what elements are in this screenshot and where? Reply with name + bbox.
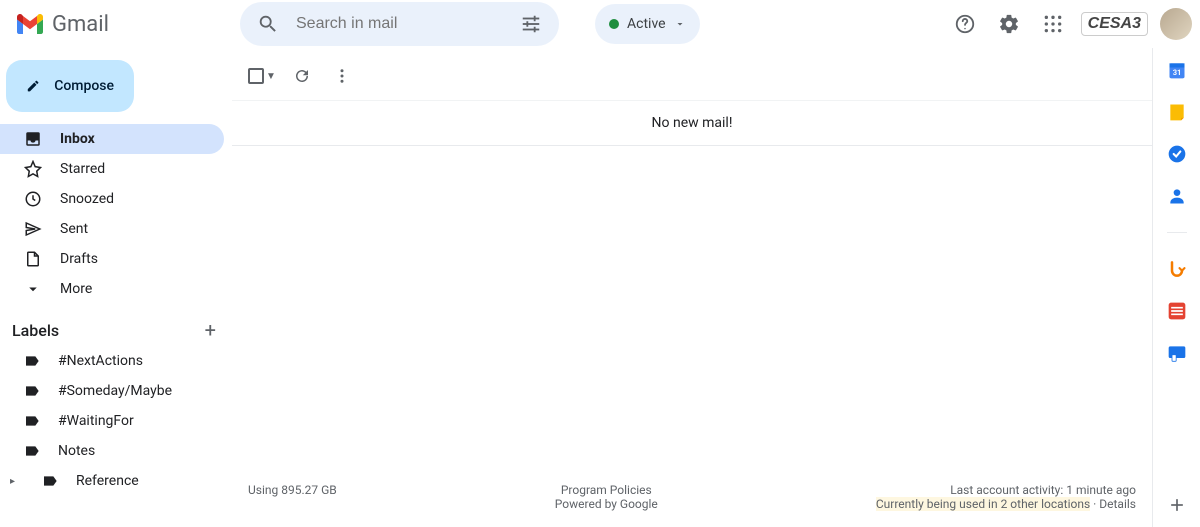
footer-activity: Last account activity: 1 minute ago Curr… — [876, 483, 1136, 511]
star-icon — [24, 160, 42, 178]
label-icon — [42, 473, 58, 489]
nav-drafts[interactable]: Drafts — [0, 244, 224, 274]
nav-inbox[interactable]: Inbox — [0, 124, 224, 154]
label-text: Reference — [76, 473, 139, 489]
status-chip[interactable]: Active — [595, 4, 700, 44]
app-title: Gmail — [52, 12, 109, 37]
nav-more[interactable]: More — [0, 274, 224, 304]
nav-label: Starred — [60, 161, 105, 177]
label-icon — [24, 413, 40, 429]
label-text: #NextActions — [58, 353, 143, 369]
refresh-button[interactable] — [284, 58, 320, 94]
compose-button[interactable]: Compose — [6, 60, 134, 112]
settings-icon[interactable] — [989, 4, 1029, 44]
addon-icon-1[interactable] — [1167, 259, 1187, 279]
labels-heading: Labels — [12, 321, 59, 340]
program-policies-link[interactable]: Program Policies — [561, 483, 652, 497]
nav-sent[interactable]: Sent — [0, 214, 224, 244]
avatar[interactable] — [1160, 8, 1192, 40]
status-label: Active — [627, 16, 666, 32]
nav-label: More — [60, 281, 92, 297]
checkbox-icon — [248, 68, 264, 84]
side-divider — [1167, 232, 1187, 233]
apps-icon[interactable] — [1033, 4, 1073, 44]
side-panel: 31 — [1152, 48, 1200, 527]
more-vert-icon — [333, 67, 351, 85]
label-item[interactable]: Notes — [0, 436, 224, 466]
label-icon — [24, 383, 40, 399]
sessions-warning: Currently being used in 2 other location… — [876, 497, 1090, 511]
send-icon — [24, 220, 42, 238]
footer: Using 895.27 GB Program Policies Powered… — [232, 475, 1152, 527]
gmail-logo-icon — [16, 14, 44, 34]
contacts-icon[interactable] — [1167, 186, 1187, 206]
nav-starred[interactable]: Starred — [0, 154, 224, 184]
nav-label: Drafts — [60, 251, 98, 267]
storage-text: Using 895.27 GB — [248, 483, 337, 497]
select-all-checkbox[interactable]: ▼ — [244, 64, 280, 88]
search-icon[interactable] — [248, 4, 288, 44]
calendar-icon[interactable]: 31 — [1167, 60, 1187, 80]
add-addon-button[interactable] — [1167, 495, 1187, 515]
chevron-down-icon — [24, 280, 42, 298]
nav-label: Snoozed — [60, 191, 114, 207]
chevron-down-icon — [674, 18, 686, 30]
label-text: Notes — [58, 443, 95, 459]
labels-list: #NextActions #Someday/Maybe #WaitingFor … — [0, 346, 232, 496]
powered-by-text: Powered by Google — [555, 497, 658, 511]
toolbar: ▼ — [232, 52, 1152, 100]
search-input[interactable] — [288, 15, 511, 33]
expand-caret-icon[interactable]: ▸ — [10, 476, 20, 487]
footer-center: Program Policies Powered by Google — [555, 483, 658, 511]
label-item[interactable]: #WaitingFor — [0, 406, 224, 436]
pencil-icon — [26, 75, 40, 97]
nav-label: Sent — [60, 221, 88, 237]
compose-label: Compose — [54, 78, 114, 94]
label-icon — [24, 443, 40, 459]
label-item[interactable]: ▸ Reference — [0, 466, 224, 496]
sidebar: Compose Inbox Starred Snoozed Sent — [0, 48, 232, 527]
add-label-button[interactable]: + — [205, 318, 216, 342]
nav-snoozed[interactable]: Snoozed — [0, 184, 224, 214]
status-dot-icon — [609, 19, 619, 29]
search-bar[interactable] — [240, 2, 559, 46]
file-icon — [24, 250, 42, 268]
logo-area: Gmail — [16, 12, 232, 37]
chevron-down-icon[interactable]: ▼ — [266, 71, 276, 82]
labels-header: Labels + — [0, 304, 232, 346]
keep-icon[interactable] — [1167, 102, 1187, 122]
addon-icon-3[interactable] — [1167, 343, 1187, 363]
label-item[interactable]: #Someday/Maybe — [0, 376, 224, 406]
more-button[interactable] — [324, 58, 360, 94]
tasks-icon[interactable] — [1167, 144, 1187, 164]
search-options-icon[interactable] — [511, 4, 551, 44]
footer-storage: Using 895.27 GB — [248, 483, 337, 497]
label-text: #Someday/Maybe — [58, 383, 172, 399]
support-icon[interactable] — [945, 4, 985, 44]
header-actions: CESA3 — [945, 4, 1192, 44]
label-text: #WaitingFor — [58, 413, 134, 429]
details-sep: · — [1090, 497, 1099, 511]
clock-icon — [24, 190, 42, 208]
refresh-icon — [293, 67, 311, 85]
details-link[interactable]: Details — [1099, 497, 1136, 511]
org-brand: CESA3 — [1081, 12, 1148, 36]
label-item[interactable]: #NextActions — [0, 346, 224, 376]
inbox-icon — [24, 130, 42, 148]
nav-list: Inbox Starred Snoozed Sent Drafts — [0, 124, 232, 304]
label-icon — [24, 353, 40, 369]
header: Gmail Active CESA — [0, 0, 1200, 48]
addon-icon-2[interactable] — [1167, 301, 1187, 321]
last-activity-text: Last account activity: 1 minute ago — [950, 483, 1136, 497]
empty-inbox-message: No new mail! — [232, 100, 1152, 146]
main-content: ▼ No new mail! Using 895.27 GB Program P… — [232, 52, 1152, 527]
svg-text:31: 31 — [1172, 68, 1181, 77]
nav-label: Inbox — [60, 131, 95, 147]
